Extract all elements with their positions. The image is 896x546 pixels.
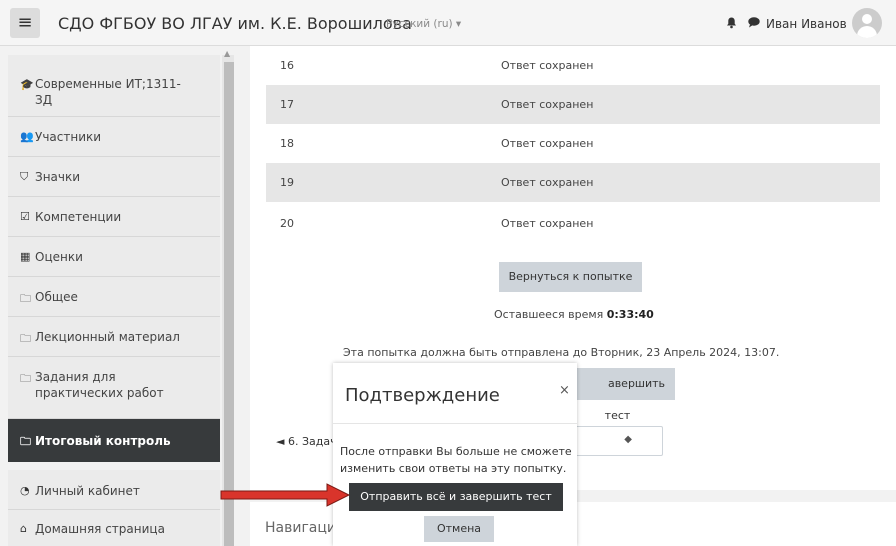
sidebar-item-label: Итоговый контроль <box>35 434 171 448</box>
table-row: 19 Ответ сохранен <box>266 163 880 202</box>
sidebar-item-competencies[interactable]: ☑ Компетенции <box>8 197 220 237</box>
top-navbar: ≡ СДО ФГБОУ ВО ЛГАУ им. К.Е. Ворошилова … <box>0 0 896 46</box>
question-status: Ответ сохранен <box>501 176 594 189</box>
sidebar-item-home[interactable]: ⌂ Домашняя страница <box>8 510 220 546</box>
dialog-title: Подтверждение <box>345 385 500 406</box>
hamburger-icon: ≡ <box>17 12 33 33</box>
dialog-divider <box>333 423 577 424</box>
time-remaining-label: Оставшееся время <box>494 308 604 321</box>
question-status: Ответ сохранен <box>501 137 594 150</box>
submit-all-button[interactable]: авершить тест <box>560 368 675 422</box>
sidebar-item-lectures[interactable]: 🗀 Лекционный материал <box>8 317 220 357</box>
chat-icon[interactable] <box>748 17 760 31</box>
cancel-button[interactable]: Отмена <box>424 516 494 542</box>
question-number[interactable]: 16 <box>280 59 294 72</box>
question-status: Ответ сохранен <box>501 98 594 111</box>
confirmation-dialog: Подтверждение × После отправки Вы больше… <box>333 363 577 546</box>
site-title[interactable]: СДО ФГБОУ ВО ЛГАУ им. К.Е. Ворошилова <box>58 14 412 33</box>
avatar[interactable] <box>852 8 882 38</box>
scrollbar-thumb[interactable] <box>224 62 234 546</box>
sidebar-item-label: Задания для практических работ <box>35 370 164 400</box>
deadline-text: Эта попытка должна быть отправлена до Вт… <box>343 346 780 359</box>
sidebar-item-label: Значки <box>35 170 81 184</box>
home-icon: ⌂ <box>20 522 27 535</box>
sidebar-item-badges[interactable]: ⛉ Значки <box>8 157 220 197</box>
sidebar-separator <box>8 462 220 470</box>
return-to-attempt-button[interactable]: Вернуться к попытке <box>499 262 642 292</box>
question-status: Ответ сохранен <box>501 59 594 72</box>
avatar-head <box>862 14 872 24</box>
quiz-navigation-title: Навигаци <box>265 520 337 536</box>
users-icon: 👥 <box>20 130 34 143</box>
avatar-body <box>857 26 877 38</box>
question-status: Ответ сохранен <box>501 217 594 230</box>
chevron-updown-icon: ◆ <box>624 434 632 445</box>
table-row: 17 Ответ сохранен <box>266 85 880 124</box>
sidebar-item-practical-tasks[interactable]: 🗀 Задания для практических работ <box>8 357 220 419</box>
time-remaining: Оставшееся время 0:33:40 <box>494 308 654 321</box>
user-name[interactable]: Иван Иванов <box>766 17 847 31</box>
bell-icon[interactable] <box>726 17 737 32</box>
shield-icon: ⛉ <box>20 170 29 183</box>
table-row: 20 Ответ сохранен <box>266 204 880 243</box>
dashboard-icon: ◔ <box>20 484 30 497</box>
scroll-up-icon[interactable]: ▲ <box>224 49 230 58</box>
course-sidebar: 🎓 Современные ИТ;1311- ЗД 👥 Участники ⛉ … <box>8 55 220 546</box>
red-arrow-annotation <box>220 483 351 507</box>
table-row: 18 Ответ сохранен <box>266 124 880 163</box>
sidebar-item-label: Оценки <box>35 250 83 264</box>
hamburger-menu-button[interactable]: ≡ <box>10 8 40 38</box>
sidebar-item-label: Домашняя страница <box>35 522 165 536</box>
sidebar-item-course[interactable]: 🎓 Современные ИТ;1311- ЗД <box>8 55 220 117</box>
folder-icon: 🗀 <box>20 292 31 305</box>
sidebar-item-label: Участники <box>35 130 102 144</box>
folder-icon: 🗀 <box>20 435 31 448</box>
graduation-cap-icon: 🎓 <box>20 78 34 91</box>
checkbox-icon: ☑ <box>20 210 30 223</box>
submit-all-and-finish-button[interactable]: Отправить всё и завершить тест <box>349 483 563 511</box>
sidebar-item-label: Современные ИТ;1311- ЗД <box>35 77 181 107</box>
sidebar-item-final-control[interactable]: 🗀 Итоговый контроль <box>8 419 220 462</box>
sidebar-item-grades[interactable]: ▦ Оценки <box>8 237 220 277</box>
sidebar-item-dashboard[interactable]: ◔ Личный кабинет <box>8 470 220 510</box>
folder-icon: 🗀 <box>20 372 31 385</box>
previous-activity-link[interactable]: ◄ 6. Задач <box>276 435 337 448</box>
time-remaining-value: 0:33:40 <box>606 308 654 321</box>
language-selector[interactable]: Русский (ru) ▾ <box>386 18 461 30</box>
table-icon: ▦ <box>20 250 31 263</box>
dialog-message: После отправки Вы больше не сможете изме… <box>340 445 572 475</box>
question-number[interactable]: 17 <box>280 98 294 111</box>
close-icon[interactable]: × <box>559 383 570 398</box>
sidebar-item-general[interactable]: 🗀 Общее <box>8 277 220 317</box>
folder-icon: 🗀 <box>20 332 31 345</box>
sidebar-item-label: Компетенции <box>35 210 122 224</box>
sidebar-item-label: Общее <box>35 290 78 304</box>
sidebar-item-participants[interactable]: 👥 Участники <box>8 117 220 157</box>
question-number[interactable]: 18 <box>280 137 294 150</box>
question-number[interactable]: 19 <box>280 176 294 189</box>
sidebar-item-label: Лекционный материал <box>35 330 180 344</box>
table-row: 16 Ответ сохранен <box>266 46 880 85</box>
sidebar-item-label: Личный кабинет <box>35 484 140 498</box>
question-number[interactable]: 20 <box>280 217 294 230</box>
